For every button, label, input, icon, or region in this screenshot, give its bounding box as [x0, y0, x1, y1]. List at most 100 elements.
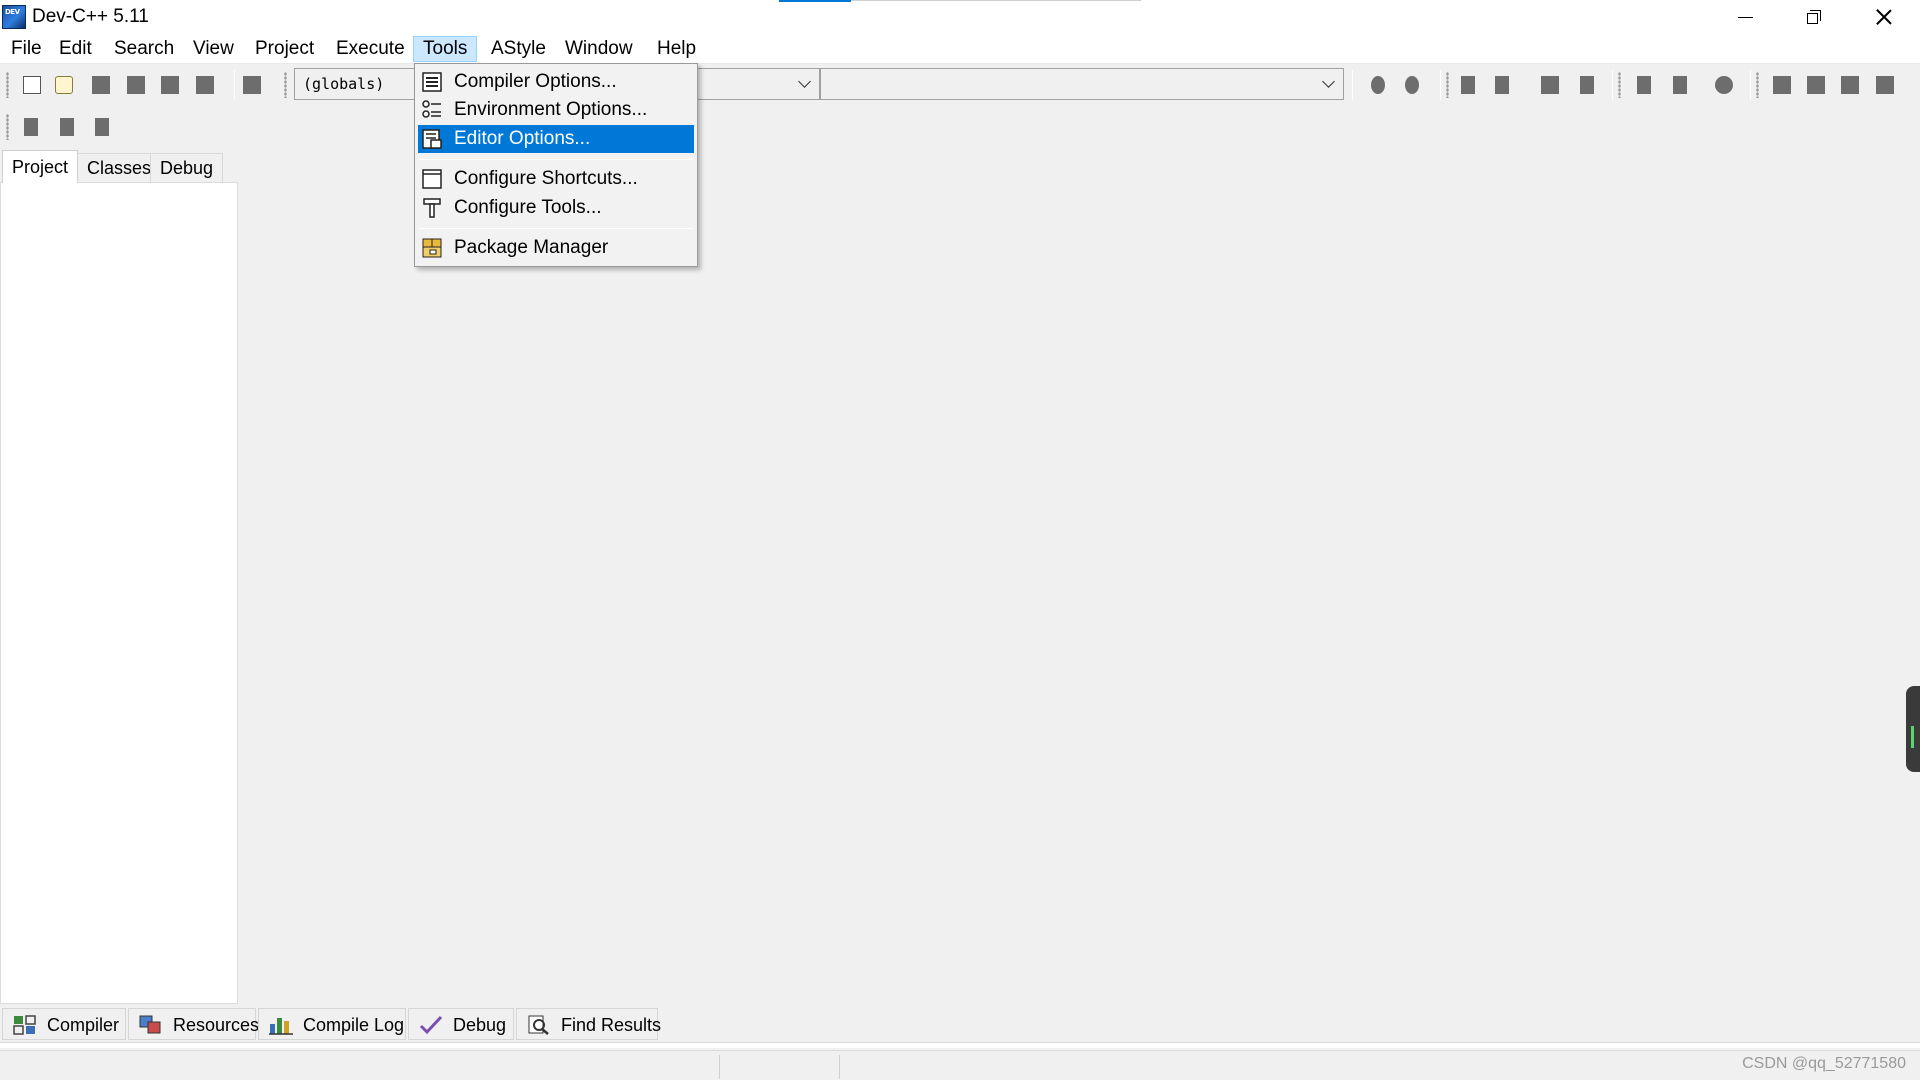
menu-project[interactable]: Project: [246, 36, 323, 62]
toolbar-grip[interactable]: [6, 114, 9, 140]
undo-arrow-icon: [1371, 76, 1385, 94]
tab-classes[interactable]: Classes: [77, 153, 162, 182]
restore-button[interactable]: [1779, 0, 1849, 34]
add-to-project-button[interactable]: [55, 114, 79, 140]
redo-arrow-icon: [1405, 76, 1419, 94]
close-button[interactable]: [1849, 0, 1919, 34]
run-icon: [1807, 76, 1825, 94]
side-panel-handle[interactable]: [1906, 686, 1920, 772]
remove-from-project-icon: [95, 118, 109, 136]
rebuild-button[interactable]: [1873, 72, 1897, 98]
indent-button[interactable]: [1538, 72, 1562, 98]
close-file-button[interactable]: [158, 72, 182, 98]
find-button[interactable]: [1456, 72, 1480, 98]
open-file-button[interactable]: [52, 72, 76, 98]
toolbar-grip[interactable]: [6, 72, 9, 98]
new-file-button[interactable]: [20, 72, 44, 98]
app-icon-text: DEV: [5, 8, 20, 16]
compile-grid-icon: [1773, 76, 1791, 94]
save-button[interactable]: [89, 72, 113, 98]
class-combo[interactable]: [698, 68, 820, 100]
chevron-down-icon: [798, 75, 811, 88]
find-results-icon: [528, 1015, 549, 1035]
tab-resources-label: Resources: [173, 1015, 260, 1035]
comment-icon: [1715, 76, 1733, 94]
compile-button[interactable]: [1770, 72, 1794, 98]
tab-project[interactable]: Project: [2, 150, 79, 183]
menu-window[interactable]: Window: [556, 36, 642, 62]
toggle-bookmark-button[interactable]: [1668, 72, 1692, 98]
scope-combo[interactable]: (globals): [294, 68, 416, 100]
tab-find-results[interactable]: Find Results: [516, 1008, 661, 1040]
run-button[interactable]: [1804, 72, 1828, 98]
tab-compile-log-label: Compile Log: [303, 1015, 405, 1035]
unindent-icon: [1580, 76, 1594, 94]
remove-from-project-button[interactable]: [90, 114, 114, 140]
replace-button[interactable]: [1490, 72, 1514, 98]
bookmark-icon: [1673, 76, 1687, 94]
bottom-panel-content: [0, 1042, 1920, 1048]
new-project-button[interactable]: [19, 114, 43, 140]
toolbar-grip[interactable]: [284, 72, 287, 98]
menu-view[interactable]: View: [184, 36, 243, 62]
compile-run-icon: [1841, 76, 1859, 94]
left-panel-tabs: Project Classes Debug: [0, 150, 240, 183]
print-button[interactable]: [240, 72, 264, 98]
function-combo[interactable]: [820, 68, 1344, 100]
title-divider-line: [851, 0, 1141, 1]
menu-edit[interactable]: Edit: [50, 36, 101, 62]
tab-debug[interactable]: Debug: [150, 153, 224, 182]
package-manager-icon: [422, 238, 442, 258]
minimize-button[interactable]: [1710, 0, 1780, 34]
menu-configure-tools-label: Configure Tools...: [454, 197, 602, 218]
add-to-project-icon: [60, 118, 74, 136]
tab-debug-output[interactable]: Debug: [408, 1008, 514, 1040]
tab-compile-log[interactable]: Compile Log: [258, 1008, 406, 1040]
tab-resources[interactable]: Resources: [128, 1008, 260, 1040]
save-icon: [92, 76, 110, 94]
compile-run-button[interactable]: [1838, 72, 1862, 98]
comment-button[interactable]: [1712, 72, 1736, 98]
menu-execute[interactable]: Execute: [327, 36, 414, 62]
menu-tools[interactable]: Tools: [413, 36, 478, 62]
menu-configure-shortcuts[interactable]: Configure Shortcuts...: [418, 165, 694, 193]
tab-compiler[interactable]: Compiler: [2, 1008, 126, 1040]
unindent-button[interactable]: [1575, 72, 1599, 98]
resources-icon: [139, 1015, 161, 1034]
toolbar-grip[interactable]: [1618, 72, 1621, 98]
menu-editor-options[interactable]: Editor Options...: [418, 125, 694, 153]
menu-package-manager[interactable]: Package Manager: [418, 234, 694, 262]
undo-button[interactable]: [1366, 72, 1390, 98]
toolbar-grip[interactable]: [1756, 72, 1759, 98]
rebuild-grid-icon: [1876, 76, 1894, 94]
menu-package-manager-label: Package Manager: [454, 237, 609, 258]
compiler-grid-icon: [13, 1015, 36, 1035]
menu-configure-tools[interactable]: Configure Tools...: [418, 194, 694, 222]
indent-icon: [1541, 76, 1559, 94]
restore-icon: [1807, 10, 1821, 24]
menu-file[interactable]: File: [2, 36, 51, 62]
menu-environment-options[interactable]: Environment Options...: [418, 96, 694, 124]
toolbar-grip[interactable]: [1446, 72, 1449, 98]
print-icon: [243, 76, 261, 94]
find-icon: [1461, 76, 1475, 94]
redo-button[interactable]: [1400, 72, 1424, 98]
tab-debug-output-label: Debug: [453, 1015, 507, 1035]
menu-help[interactable]: Help: [648, 36, 705, 62]
dev-cpp-app-icon[interactable]: DEV: [2, 5, 26, 29]
close-all-button[interactable]: [193, 72, 217, 98]
menu-configure-shortcuts-label: Configure Shortcuts...: [454, 168, 638, 189]
new-file-icon: [23, 76, 41, 94]
goto-line-button[interactable]: [1632, 72, 1656, 98]
goto-line-icon: [1637, 76, 1651, 94]
menu-environment-options-label: Environment Options...: [454, 99, 648, 120]
menu-astyle[interactable]: AStyle: [482, 36, 555, 62]
minimize-icon: [1737, 16, 1753, 18]
save-all-button[interactable]: [124, 72, 148, 98]
environment-options-icon: [422, 100, 441, 118]
menu-compiler-options[interactable]: Compiler Options...: [418, 68, 694, 96]
menu-search[interactable]: Search: [105, 36, 183, 62]
replace-icon: [1495, 76, 1509, 94]
bottom-panel-tabs: Compiler Resources Compile Log Debug Fin…: [0, 1006, 1920, 1042]
project-tree-pane[interactable]: [0, 182, 238, 1004]
